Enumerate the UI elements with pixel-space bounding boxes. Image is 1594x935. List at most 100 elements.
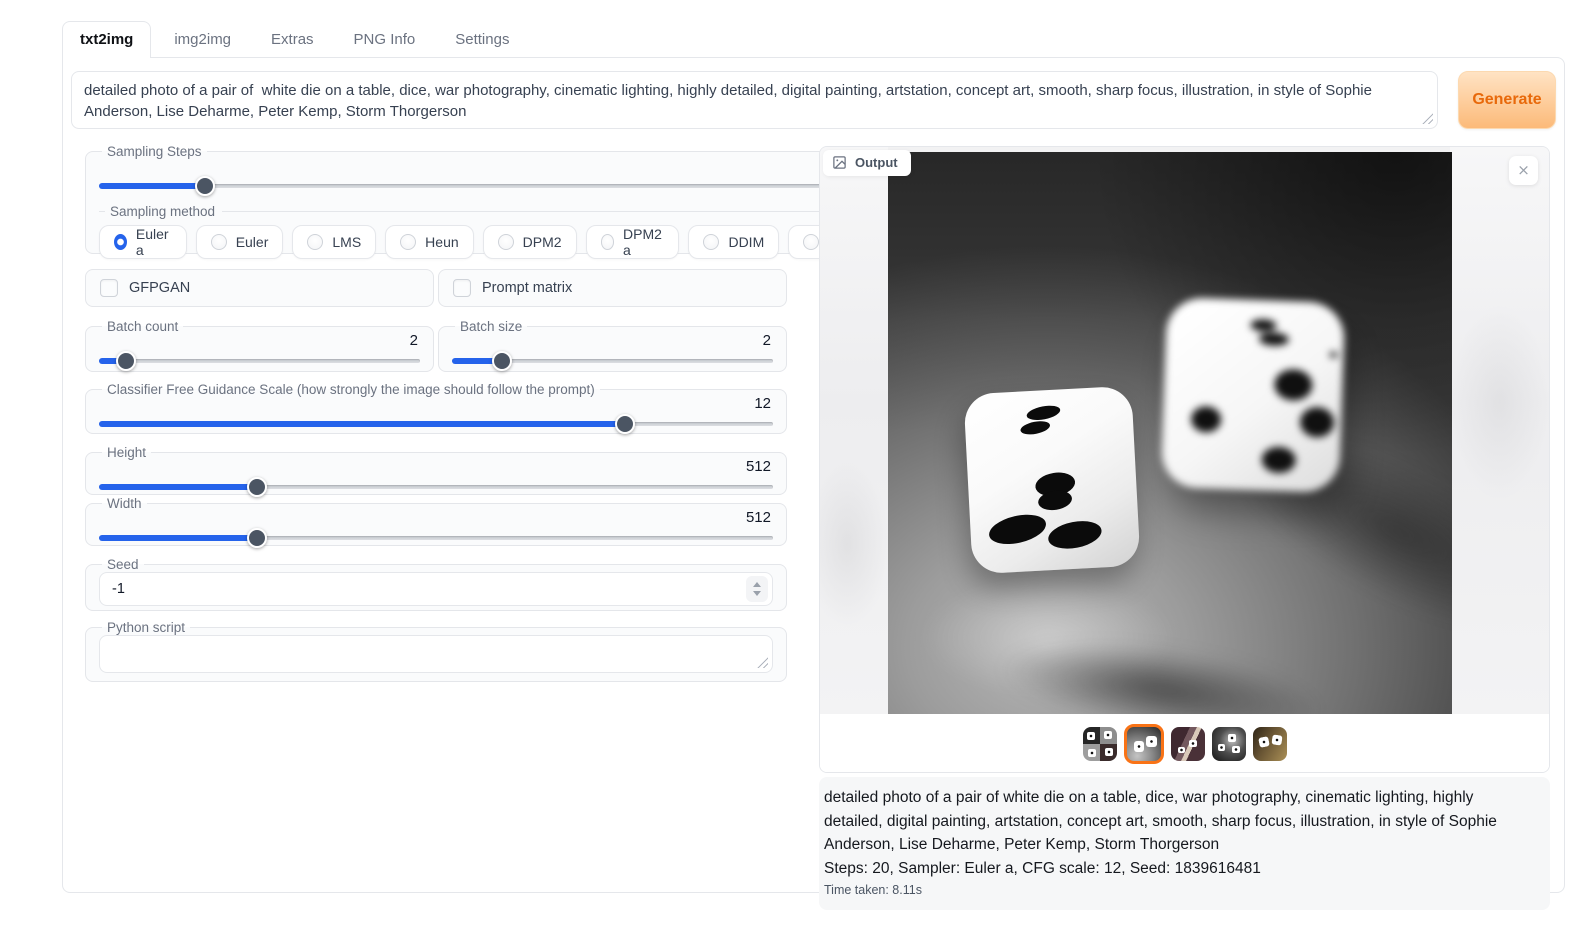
spinner-up-icon[interactable] <box>753 582 761 587</box>
slider-fill <box>99 421 625 427</box>
slider-fill <box>99 535 257 541</box>
batch-size-slider[interactable] <box>452 351 773 371</box>
python-script-wrap <box>99 635 773 673</box>
seed-spinner[interactable] <box>746 576 768 602</box>
tab-txt2img[interactable]: txt2img <box>62 21 151 58</box>
txt2img-panel: detailed photo of a pair of white die on… <box>62 57 1565 893</box>
batch-row: Batch count 2 Batch size 2 <box>85 319 787 372</box>
blurred-die <box>1161 297 1346 493</box>
caption-params: Steps: 20, Sampler: Euler a, CFG scale: … <box>824 857 1534 881</box>
prompt-matrix-checkbox[interactable] <box>453 279 471 297</box>
slider-thumb[interactable] <box>247 477 267 497</box>
generated-image <box>888 152 1452 714</box>
gfpgan-checkbox[interactable] <box>100 279 118 297</box>
image-preview-area <box>820 147 1549 714</box>
seed-field-wrap <box>99 572 773 606</box>
batch-count-slider[interactable] <box>99 351 420 371</box>
radio-icon <box>400 234 416 250</box>
height-value: 512 <box>99 458 773 476</box>
prompt-input[interactable]: detailed photo of a pair of white die on… <box>71 71 1438 129</box>
preview-left-strip <box>820 147 888 714</box>
slider-thumb[interactable] <box>116 351 136 371</box>
prompt-matrix-checkbox-cell[interactable]: Prompt matrix <box>438 269 787 307</box>
slider-fill <box>99 183 205 189</box>
radio-euler-a[interactable]: Euler a <box>99 225 187 259</box>
gallery-thumbnail[interactable] <box>1171 727 1205 761</box>
output-column: Output × <box>819 146 1550 910</box>
sampling-group: Sampling Steps 20 Sampling method Euler … <box>85 144 895 254</box>
radio-icon <box>803 234 819 250</box>
output-gallery: Output × <box>819 146 1550 773</box>
thumbnail-strip <box>820 714 1549 773</box>
radio-icon <box>703 234 719 250</box>
sampling-method-radio-group: Euler a Euler LMS Heun <box>99 225 881 259</box>
gallery-thumbnail[interactable] <box>1253 727 1287 761</box>
slider-fill <box>99 484 257 490</box>
gallery-thumbnail[interactable] <box>1212 727 1246 761</box>
gfpgan-checkbox-cell[interactable]: GFPGAN <box>85 269 434 307</box>
width-label: Width <box>102 496 147 511</box>
height-slider[interactable] <box>99 477 773 497</box>
radio-icon <box>307 234 323 250</box>
gallery-thumbnail[interactable] <box>1083 727 1117 761</box>
sampling-steps-slider[interactable] <box>99 176 881 196</box>
prompt-matrix-label: Prompt matrix <box>482 280 572 296</box>
cfg-scale-value: 12 <box>99 395 773 413</box>
gfpgan-label: GFPGAN <box>129 280 190 296</box>
width-slider[interactable] <box>99 528 773 548</box>
stable-diffusion-webui: txt2img img2img Extras PNG Info Settings… <box>0 0 1594 935</box>
seed-label: Seed <box>102 557 144 572</box>
slider-thumb[interactable] <box>492 351 512 371</box>
batch-size-label: Batch size <box>455 319 527 334</box>
width-value: 512 <box>99 509 773 527</box>
sampling-method-label: Sampling method <box>99 202 881 220</box>
cfg-scale-label: Classifier Free Guidance Scale (how stro… <box>102 382 600 397</box>
radio-dpm2-a[interactable]: DPM2 a <box>586 225 680 259</box>
prompt-row: detailed photo of a pair of white die on… <box>71 71 1556 129</box>
image-icon <box>832 155 847 170</box>
width-group: Width 512 <box>85 496 787 546</box>
batch-count-label: Batch count <box>102 319 183 334</box>
slider-thumb[interactable] <box>615 414 635 434</box>
python-script-input[interactable] <box>99 635 773 673</box>
radio-heun[interactable]: Heun <box>385 225 473 259</box>
checkbox-row: GFPGAN Prompt matrix <box>85 269 787 307</box>
generation-info: detailed photo of a pair of white die on… <box>819 777 1550 910</box>
output-label-chip: Output <box>823 150 911 176</box>
tab-img2img[interactable]: img2img <box>174 22 231 58</box>
cfg-scale-slider[interactable] <box>99 414 773 434</box>
slider-track[interactable] <box>99 359 420 363</box>
batch-size-value: 2 <box>452 332 773 350</box>
spinner-down-icon[interactable] <box>753 591 761 596</box>
slider-fill <box>99 358 126 364</box>
radio-selected-icon <box>114 234 127 250</box>
slider-track[interactable] <box>99 184 881 188</box>
radio-icon <box>601 234 614 250</box>
close-icon[interactable]: × <box>1509 156 1538 185</box>
preview-right-strip <box>1450 147 1549 714</box>
generate-button[interactable]: Generate <box>1458 71 1556 129</box>
cfg-scale-group: Classifier Free Guidance Scale (how stro… <box>85 382 787 434</box>
batch-size-group: Batch size 2 <box>438 319 787 372</box>
focused-die <box>963 386 1140 575</box>
height-group: Height 512 <box>85 445 787 495</box>
tab-extras[interactable]: Extras <box>271 22 314 58</box>
seed-input[interactable] <box>112 581 706 597</box>
slider-thumb[interactable] <box>247 528 267 548</box>
radio-lms[interactable]: LMS <box>292 225 376 259</box>
tab-bar: txt2img img2img Extras PNG Info Settings <box>62 21 509 58</box>
settings-column: Sampling Steps 20 Sampling method Euler … <box>85 144 787 682</box>
seed-group: Seed <box>85 557 787 611</box>
radio-dpm2[interactable]: DPM2 <box>483 225 577 259</box>
radio-icon <box>211 234 227 250</box>
slider-thumb[interactable] <box>195 176 215 196</box>
gallery-thumbnail-selected[interactable] <box>1124 724 1164 764</box>
tab-png-info[interactable]: PNG Info <box>354 22 416 58</box>
python-script-group: Python script <box>85 620 787 682</box>
radio-ddim[interactable]: DDIM <box>688 225 779 259</box>
radio-euler[interactable]: Euler <box>196 225 284 259</box>
tab-settings[interactable]: Settings <box>455 22 509 58</box>
slider-fill <box>452 358 502 364</box>
radio-icon <box>498 234 514 250</box>
batch-count-group: Batch count 2 <box>85 319 434 372</box>
